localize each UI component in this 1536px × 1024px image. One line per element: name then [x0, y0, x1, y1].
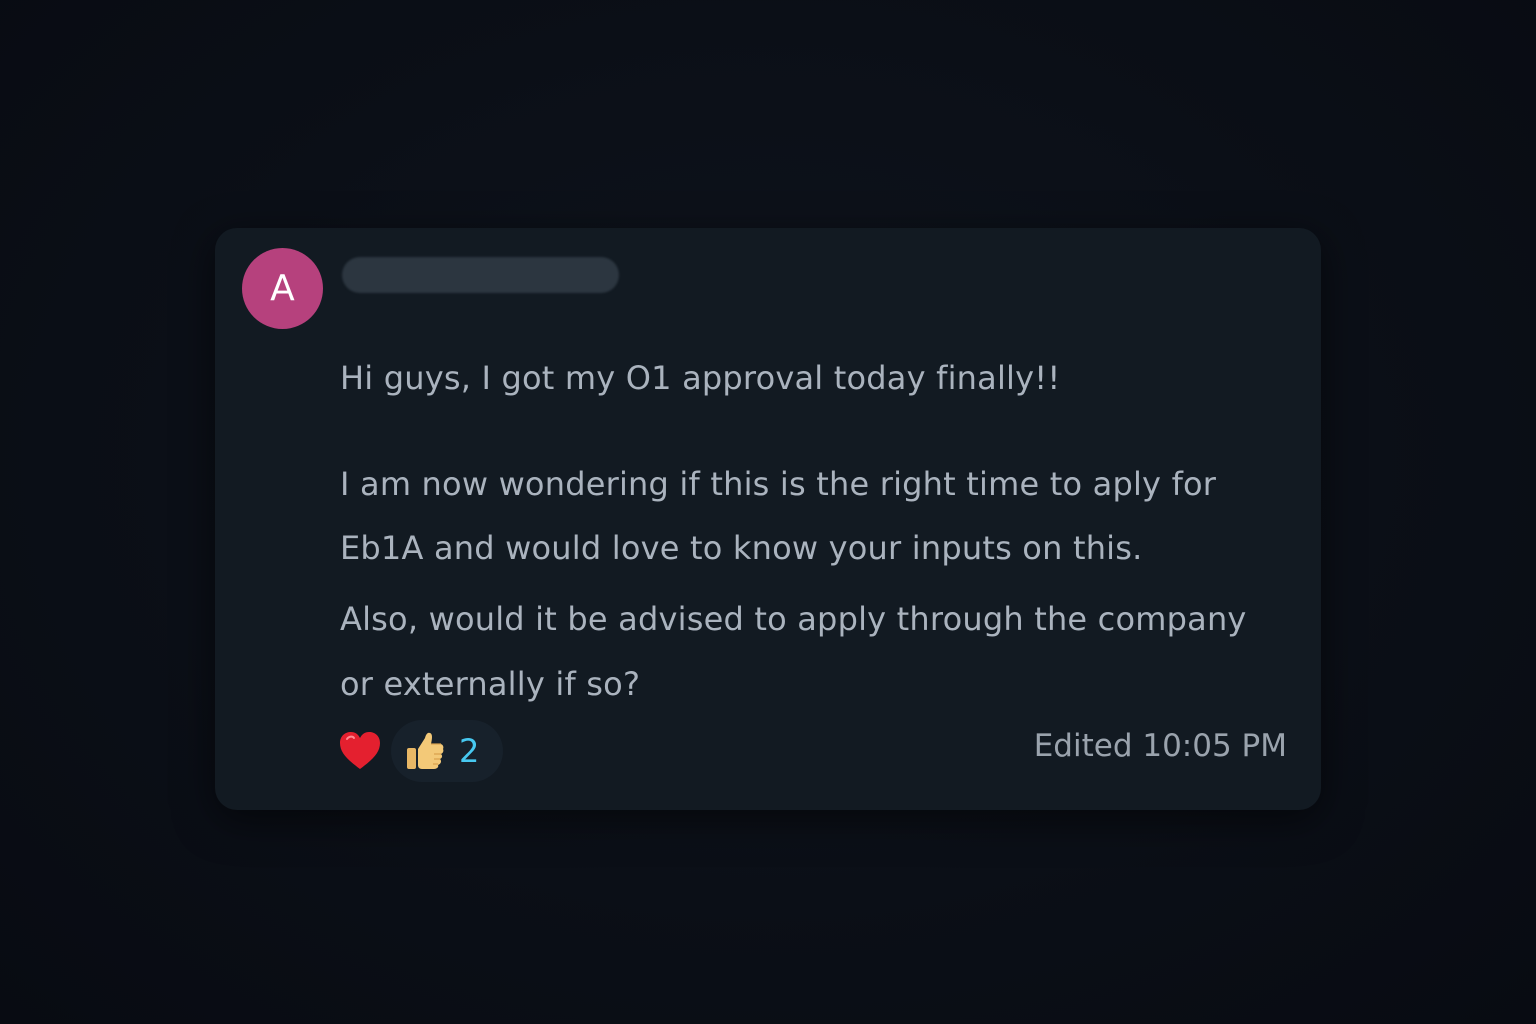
reactions-bar: 2	[337, 720, 504, 782]
edited-timestamp: Edited 10:05 PM	[1033, 728, 1287, 764]
message-line: Eb1A and would love to know your inputs …	[340, 529, 1143, 567]
message-card[interactable]: A Hi guys, I got my O1 approval today fi…	[215, 228, 1321, 810]
message-line: Hi guys, I got my O1 approval today fina…	[340, 359, 1061, 397]
thumbs-up-reaction[interactable]: 2	[391, 720, 504, 782]
message-line: or externally if so?	[340, 665, 641, 703]
thumbs-up-icon	[403, 729, 447, 773]
message-line: Also, would it be advised to apply throu…	[340, 600, 1247, 638]
redacted-username	[342, 257, 619, 293]
heart-icon[interactable]	[337, 728, 383, 774]
avatar[interactable]: A	[242, 248, 323, 329]
chat-background: A Hi guys, I got my O1 approval today fi…	[0, 0, 1536, 1024]
reaction-count: 2	[459, 732, 480, 770]
message-line: I am now wondering if this is the right …	[340, 465, 1217, 503]
avatar-initial: A	[270, 268, 295, 309]
